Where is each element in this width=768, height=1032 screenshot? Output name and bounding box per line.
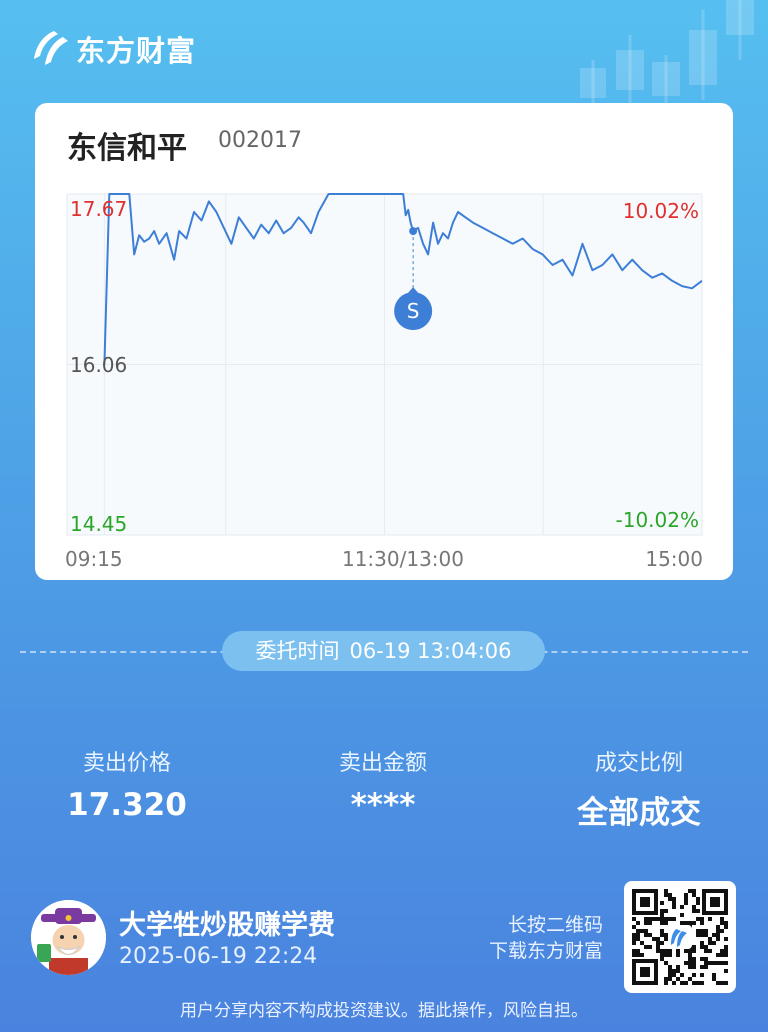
order-time-label: 委托时间: [255, 639, 340, 663]
qr-code[interactable]: [624, 881, 736, 993]
order-time-pill: 委托时间 06-19 13:04:06: [222, 631, 545, 671]
stat-label: 卖出价格: [82, 751, 171, 776]
price-label-low: 14.45: [70, 512, 127, 536]
order-time-value: 06-19 13:04:06: [349, 639, 512, 663]
qr-code-icon: [632, 889, 728, 985]
qr-hint: 长按二维码 下载东方财富: [489, 912, 603, 964]
stat-fill-ratio: 成交比例 全部成交: [529, 745, 749, 832]
candlestick-decoration: [580, 0, 754, 110]
share-datetime: 2025-06-19 22:24: [119, 944, 318, 969]
sell-marker-label: S: [407, 299, 420, 323]
stat-value: ****: [350, 787, 416, 823]
price-label-high: 17.67: [70, 197, 127, 221]
caishen-avatar-icon: [31, 900, 106, 975]
pct-label-low: -10.02%: [616, 508, 699, 532]
disclaimer: 用户分享内容不构成投资建议。据此操作，风险自担。: [180, 1001, 588, 1021]
stock-chart-card: 东信和平 002017 S 17.67 16.06 14.45 10.02% -…: [35, 103, 733, 580]
stat-value: 全部成交: [577, 795, 701, 831]
stat-label: 卖出金额: [338, 751, 427, 776]
stat-label: 成交比例: [594, 751, 683, 776]
user-name: 大学牲炒股赚学费: [119, 910, 335, 941]
chart-grid: [66, 193, 703, 536]
avatar: [31, 900, 106, 975]
stat-sell-amount: 卖出金额 ****: [273, 745, 493, 823]
qr-hint-line2: 下载东方财富: [488, 940, 603, 962]
x-tick-open: 09:15: [65, 547, 123, 571]
stat-sell-price: 卖出价格 17.320: [17, 745, 237, 823]
flag-logo-icon: [34, 31, 68, 65]
stat-value: 17.320: [67, 787, 187, 823]
brand-header: 东方财富: [30, 28, 196, 70]
qr-hint-line1: 长按二维码: [507, 914, 603, 936]
x-tick-midday: 11:30/13:00: [342, 547, 464, 571]
pct-label-high: 10.02%: [623, 199, 699, 223]
x-tick-close: 15:00: [645, 547, 703, 571]
brand-name: 东方财富: [76, 34, 197, 68]
intraday-price-chart: S 17.67 16.06 14.45 10.02% -10.02% 09:15…: [65, 193, 703, 571]
price-label-mid: 16.06: [70, 353, 127, 377]
